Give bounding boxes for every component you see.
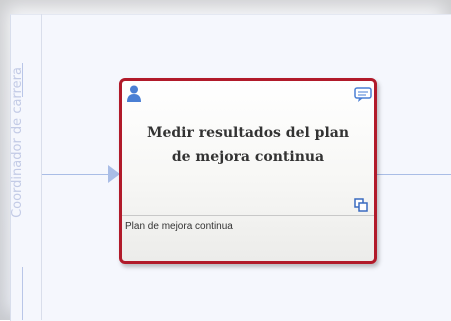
incoming-sequence-flow[interactable] xyxy=(42,174,112,175)
lane-label: Coordinador de carrera xyxy=(9,67,25,218)
task-footer-divider xyxy=(122,215,374,216)
task-title-line-2: de mejora continua xyxy=(171,149,325,165)
outgoing-sequence-flow[interactable] xyxy=(376,174,451,175)
swimlane-header[interactable]: Coordinador de carrera xyxy=(4,35,42,320)
subprocess-icon[interactable] xyxy=(354,198,368,212)
lane-label-line-bottom xyxy=(22,267,23,320)
task-title: Medir resultados del plan de mejora cont… xyxy=(140,121,356,169)
task-title-line-1: Medir resultados del plan xyxy=(146,125,350,141)
task-footer-label: Plan de mejora continua xyxy=(125,221,233,232)
user-task[interactable]: Medir resultados del plan de mejora cont… xyxy=(119,78,377,264)
comment-icon[interactable] xyxy=(354,87,372,103)
user-icon xyxy=(127,85,141,102)
